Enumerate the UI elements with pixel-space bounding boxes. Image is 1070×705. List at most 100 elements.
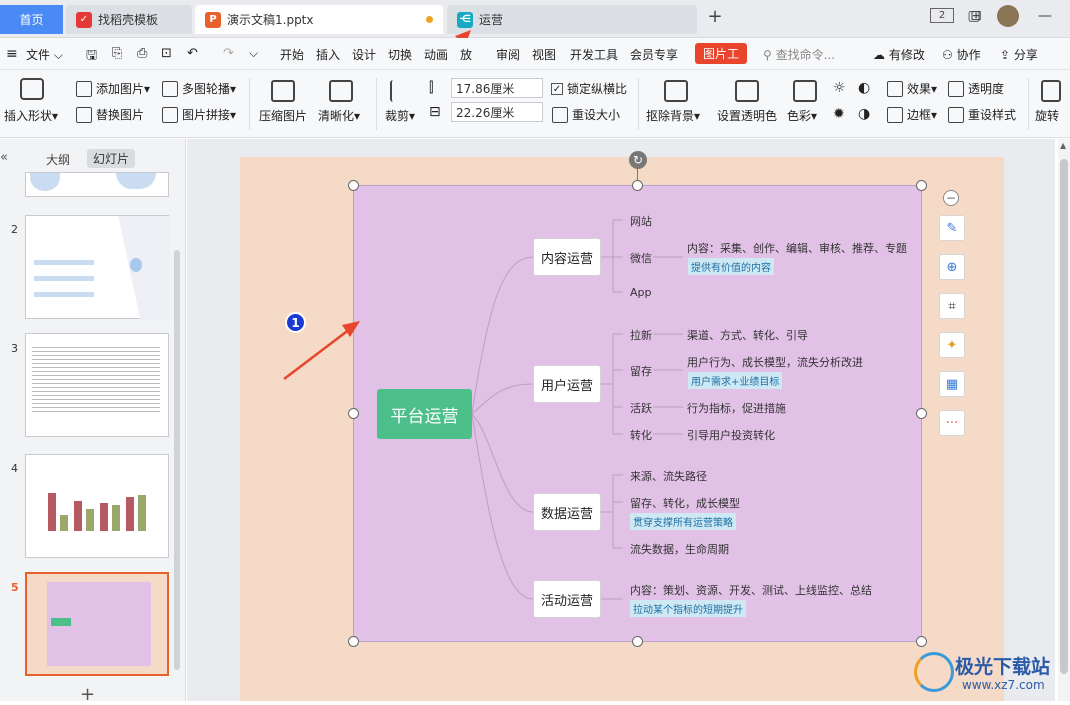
slide-thumbnail-2[interactable] [25,215,170,320]
thumbnail-line [34,276,94,281]
height-input[interactable]: 17.86厘米 [451,78,543,98]
add-picture-button[interactable]: 添加图片 ▾ [76,80,150,97]
menu-file[interactable]: 文件 ⌵ [26,46,63,63]
collaborate-button[interactable]: ⚇ 协作 [942,46,981,63]
effect-icon [887,80,903,97]
tab-home[interactable]: 首页 [0,5,63,34]
edit-icon[interactable]: ✎ [939,215,965,241]
resize-handle-ne[interactable] [916,180,927,191]
slide-thumbnail-5[interactable] [25,572,169,676]
revisions-button[interactable]: ☁ 有修改 [873,46,925,63]
slide-thumbnail-4[interactable] [25,454,169,558]
menu-view-label: 视图 [532,48,557,62]
vertical-scrollbar[interactable]: ▲ [1058,139,1070,701]
remove-background-icon [664,80,688,102]
scroll-up-icon[interactable]: ▲ [1060,141,1066,150]
menu-member[interactable]: 会员专享 [630,46,678,63]
zoom-out-icon[interactable]: − [943,190,959,206]
menu-view[interactable]: 视图 [532,46,556,63]
reset-style-button[interactable]: 重设样式 [948,106,1016,123]
user-avatar[interactable] [997,5,1019,27]
tab-template-label: 找稻壳模板 [98,13,159,27]
effect-button[interactable]: 效果 ▾ [887,80,937,97]
search-icon: ⚲ [763,48,776,62]
resize-handle-se[interactable] [916,636,927,647]
resize-handle-sw[interactable] [348,636,359,647]
idea-bulb-icon[interactable]: ✦ [939,332,965,358]
mindmap-root-node: 平台运营 [377,389,472,439]
hamburger-menu-icon[interactable]: ≡ [6,46,18,62]
zoom-in-icon[interactable]: ⊕ [939,254,965,280]
multi-carousel-button[interactable]: 多图轮播 ▾ [162,80,236,97]
redo-icon[interactable]: ↷ [223,46,234,61]
collapse-panel-icon[interactable]: « [0,150,8,165]
page-badge-icon[interactable]: 2 [930,8,954,23]
contrast-down-icon[interactable]: ◑ [858,106,870,122]
contrast-icon[interactable]: ◐ [858,80,870,96]
thumbnail-bar [86,509,94,531]
menu-file-label: 文件 [26,48,51,62]
watermark-url-label: www.xz7.com [962,678,1045,692]
add-slide-button[interactable]: + [80,684,95,705]
set-transparent-button[interactable]: 设置透明色 [717,107,777,124]
transparency-button[interactable]: 透明度 [948,80,1004,97]
slide-number-2: 2 [11,223,18,236]
undo-icon[interactable]: ↶ [187,46,198,61]
brightness-up-icon[interactable]: ☼ [833,80,846,96]
add-slide-label: + [80,684,96,705]
color-button[interactable]: 色彩 ▾ [787,107,817,124]
menu-picture-tools[interactable]: 图片工 [695,43,748,64]
menu-start[interactable]: 开始 [280,46,304,63]
preview-icon[interactable]: ⊡ [161,46,172,61]
tab-template[interactable]: ✓ 找稻壳模板 [66,5,192,34]
slide-number-3: 3 [11,342,18,355]
picture-splice-label: 图片拼接 [182,108,231,122]
menu-slideshow[interactable]: 放 [460,46,472,63]
rotate-handle-icon[interactable]: ↻ [629,151,647,169]
menu-transition[interactable]: 切换 [388,46,412,63]
menu-review[interactable]: 审阅 [496,46,520,63]
quick-more-icon[interactable]: ⌵ [249,46,258,61]
remove-background-button[interactable]: 抠除背景 ▾ [646,107,700,124]
picture-to-doc-icon[interactable]: ▦ [939,371,965,397]
panel-scrollbar-thumb[interactable] [174,250,180,670]
menu-developer[interactable]: 开发工具 [570,46,618,63]
scrollbar-thumb[interactable] [1060,159,1068,674]
crop-label: 裁剪 [385,109,410,123]
more-options-icon[interactable]: ··· [939,410,965,436]
grid-apps-icon[interactable]: ⊞ [966,6,986,26]
resize-handle-w[interactable] [348,408,359,419]
shape-icon [20,78,44,100]
crop-button[interactable]: 裁剪 ▾ [385,107,415,124]
print-icon[interactable]: ⎙ [137,46,147,61]
sharpen-button[interactable]: 清晰化 ▾ [318,107,360,124]
export-icon[interactable]: ⎘ [112,46,122,61]
brightness-down-icon[interactable]: ✹ [833,106,845,122]
slide-thumbnail-3[interactable] [25,333,169,437]
save-icon[interactable]: 🖫 [86,46,97,68]
tab-outline[interactable]: 大纲 [46,151,70,168]
resize-handle-e[interactable] [916,408,927,419]
lock-ratio-checkbox[interactable]: ✓ 锁定纵横比 [551,80,627,97]
command-search[interactable]: ⚲ 查找命令... [763,46,835,63]
replace-picture-button[interactable]: 替换图片 [76,106,144,123]
crop-tool-icon[interactable]: ⌗ [939,293,965,319]
resize-handle-s[interactable] [632,636,643,647]
minimize-icon[interactable]: — [1038,6,1052,26]
border-button[interactable]: 边框 ▾ [887,106,937,123]
resize-handle-nw[interactable] [348,180,359,191]
insert-shape-button[interactable]: 插入形状 ▾ [4,107,58,124]
tab-slides[interactable]: 幻灯片 [87,149,136,168]
menu-animation[interactable]: 动画 [424,46,448,63]
compress-picture-button[interactable]: 压缩图片 [259,107,307,124]
new-tab-button[interactable]: + [705,6,725,27]
reset-size-button[interactable]: 重设大小 [552,106,620,123]
share-button[interactable]: ⇪ 分享 [1000,46,1038,63]
menu-insert[interactable]: 插入 [316,46,340,63]
resize-handle-n[interactable] [632,180,643,191]
menu-design[interactable]: 设计 [352,46,376,63]
rotate-button[interactable]: 旋转 [1035,107,1059,124]
slide-thumbnail-1[interactable] [25,172,169,197]
width-input[interactable]: 22.26厘米 [451,102,543,122]
picture-splice-button[interactable]: 图片拼接 ▾ [162,106,236,123]
